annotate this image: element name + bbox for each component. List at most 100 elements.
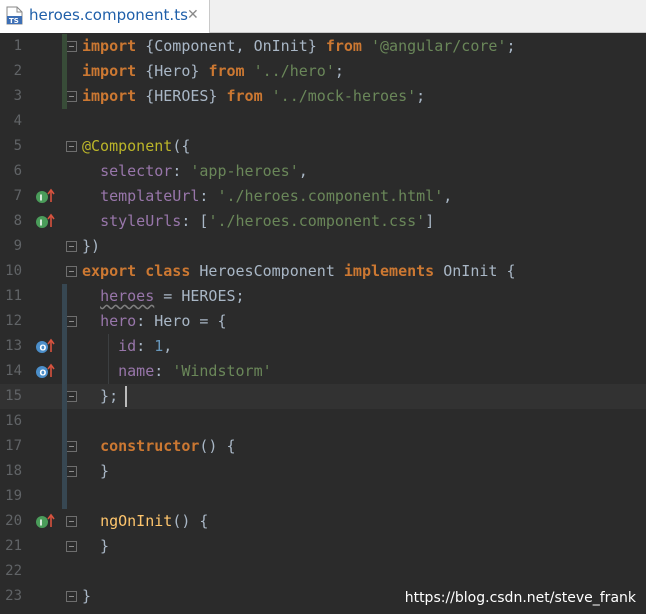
- code-token: './heroes.component.css': [208, 212, 426, 230]
- line-number: 23: [5, 588, 22, 604]
- fold-open-icon[interactable]: [66, 516, 77, 527]
- code-token: :: [136, 337, 155, 355]
- code-line[interactable]: 16: [0, 409, 646, 434]
- code-token: ({: [172, 137, 191, 155]
- line-number: 4: [13, 113, 22, 129]
- implementing-method-icon[interactable]: I: [35, 513, 57, 529]
- fold-end-icon[interactable]: [66, 241, 77, 252]
- code-token: ,: [163, 337, 173, 355]
- code-line[interactable]: 22: [0, 559, 646, 584]
- fold-open-icon[interactable]: [66, 441, 77, 452]
- code-token: {HEROES}: [136, 87, 227, 105]
- fold-end-icon[interactable]: [66, 541, 77, 552]
- code-editor[interactable]: 1 import {Component, OnInit} from '@angul…: [0, 34, 646, 614]
- code-line[interactable]: 19: [0, 484, 646, 509]
- line-number: 6: [13, 163, 22, 179]
- code-line[interactable]: 4: [0, 109, 646, 134]
- text-caret: [125, 386, 127, 407]
- fold-end-icon[interactable]: [66, 91, 77, 102]
- line-number: 9: [13, 238, 22, 254]
- code-token: id: [118, 337, 137, 355]
- code-line[interactable]: 1 import {Component, OnInit} from '@angul…: [0, 34, 646, 59]
- code-line[interactable]: 14 name: 'Windstorm' O: [0, 359, 646, 384]
- vcs-modified-marker[interactable]: [62, 284, 67, 509]
- line-number: 15: [5, 388, 22, 404]
- tab-title: heroes.component.ts: [29, 6, 188, 24]
- typescript-file-icon: TS: [6, 6, 23, 25]
- line-number: 22: [5, 563, 22, 579]
- code-line[interactable]: 3 import {HEROES} from '../mock-heroes';: [0, 84, 646, 109]
- implementing-method-icon[interactable]: I: [35, 213, 57, 229]
- code-line[interactable]: 6 selector: 'app-heroes',: [0, 159, 646, 184]
- fold-end-icon[interactable]: [66, 466, 77, 477]
- code-token: heroes: [100, 287, 155, 305]
- code-token: HeroesComponent: [190, 262, 344, 280]
- fold-open-icon[interactable]: [66, 266, 77, 277]
- code-token: import: [82, 87, 137, 105]
- code-token: ;: [416, 87, 426, 105]
- svg-text:O: O: [40, 369, 47, 378]
- overriding-property-icon[interactable]: O: [35, 338, 57, 354]
- code-line[interactable]: 21 }: [0, 534, 646, 559]
- code-line[interactable]: 8 styleUrls: ['./heroes.component.css'] I: [0, 209, 646, 234]
- code-text: import {Component, OnInit} from '@angula…: [82, 34, 516, 59]
- fold-open-icon[interactable]: [66, 316, 77, 327]
- fold-end-icon[interactable]: [66, 391, 77, 402]
- code-token: {Hero}: [136, 62, 209, 80]
- code-token: :: [154, 362, 173, 380]
- fold-end-icon[interactable]: [66, 591, 77, 602]
- code-token: :: [199, 187, 218, 205]
- code-line[interactable]: 15 };: [0, 384, 646, 409]
- code-token: 'Windstorm': [172, 362, 272, 380]
- code-token: ngOnInit: [100, 512, 173, 530]
- editor-tab-bar: TS heroes.component.ts ✕: [0, 0, 646, 33]
- code-token: constructor: [100, 437, 200, 455]
- code-text: }: [82, 459, 109, 484]
- implementing-method-icon[interactable]: I: [35, 188, 57, 204]
- code-token: './heroes.component.html': [217, 187, 444, 205]
- code-text: selector: 'app-heroes',: [82, 159, 308, 184]
- code-line[interactable]: 20 ngOnInit() {I: [0, 509, 646, 534]
- code-token: templateUrl: [100, 187, 200, 205]
- code-line[interactable]: 10 export class HeroesComponent implement…: [0, 259, 646, 284]
- line-number: 2: [13, 63, 22, 79]
- vcs-added-marker[interactable]: [62, 34, 67, 109]
- code-line[interactable]: 9}): [0, 234, 646, 259]
- code-token: '../mock-heroes': [271, 87, 417, 105]
- line-number: 21: [5, 538, 22, 554]
- code-token: hero: [100, 312, 137, 330]
- code-token: from: [325, 37, 362, 55]
- code-line[interactable]: 5 @Component({: [0, 134, 646, 159]
- code-token: ;: [506, 37, 516, 55]
- code-text: @Component({: [82, 134, 190, 159]
- line-number: 14: [5, 363, 22, 379]
- code-line[interactable]: 17 constructor() {: [0, 434, 646, 459]
- fold-open-icon[interactable]: [66, 41, 77, 52]
- code-line[interactable]: 13 id: 1, O: [0, 334, 646, 359]
- code-line[interactable]: 7 templateUrl: './heroes.component.html'…: [0, 184, 646, 209]
- code-text: hero: Hero = {: [82, 309, 226, 334]
- code-line[interactable]: 12 hero: Hero = {: [0, 309, 646, 334]
- code-token: styleUrls: [100, 212, 182, 230]
- code-text: }): [82, 234, 100, 259]
- code-line[interactable]: 18 }: [0, 459, 646, 484]
- code-token: OnInit {: [434, 262, 516, 280]
- code-line[interactable]: 2 import {Hero} from '../hero';: [0, 59, 646, 84]
- code-line[interactable]: 11 heroes = HEROES;: [0, 284, 646, 309]
- code-text: export class HeroesComponent implements …: [82, 259, 516, 284]
- line-number: 17: [5, 438, 22, 454]
- fold-open-icon[interactable]: [66, 141, 77, 152]
- watermark: https://blog.csdn.net/steve_frank: [404, 590, 636, 606]
- line-number: 13: [5, 338, 22, 354]
- code-token: :: [172, 162, 191, 180]
- close-tab-icon[interactable]: ✕: [187, 7, 199, 23]
- overriding-property-icon[interactable]: O: [35, 363, 57, 379]
- code-text: templateUrl: './heroes.component.html',: [82, 184, 452, 209]
- code-token: @Component: [82, 137, 173, 155]
- tab-heroes-component-ts[interactable]: TS heroes.component.ts ✕: [0, 0, 210, 33]
- code-token: {Component, OnInit}: [136, 37, 326, 55]
- code-token: ;: [334, 62, 344, 80]
